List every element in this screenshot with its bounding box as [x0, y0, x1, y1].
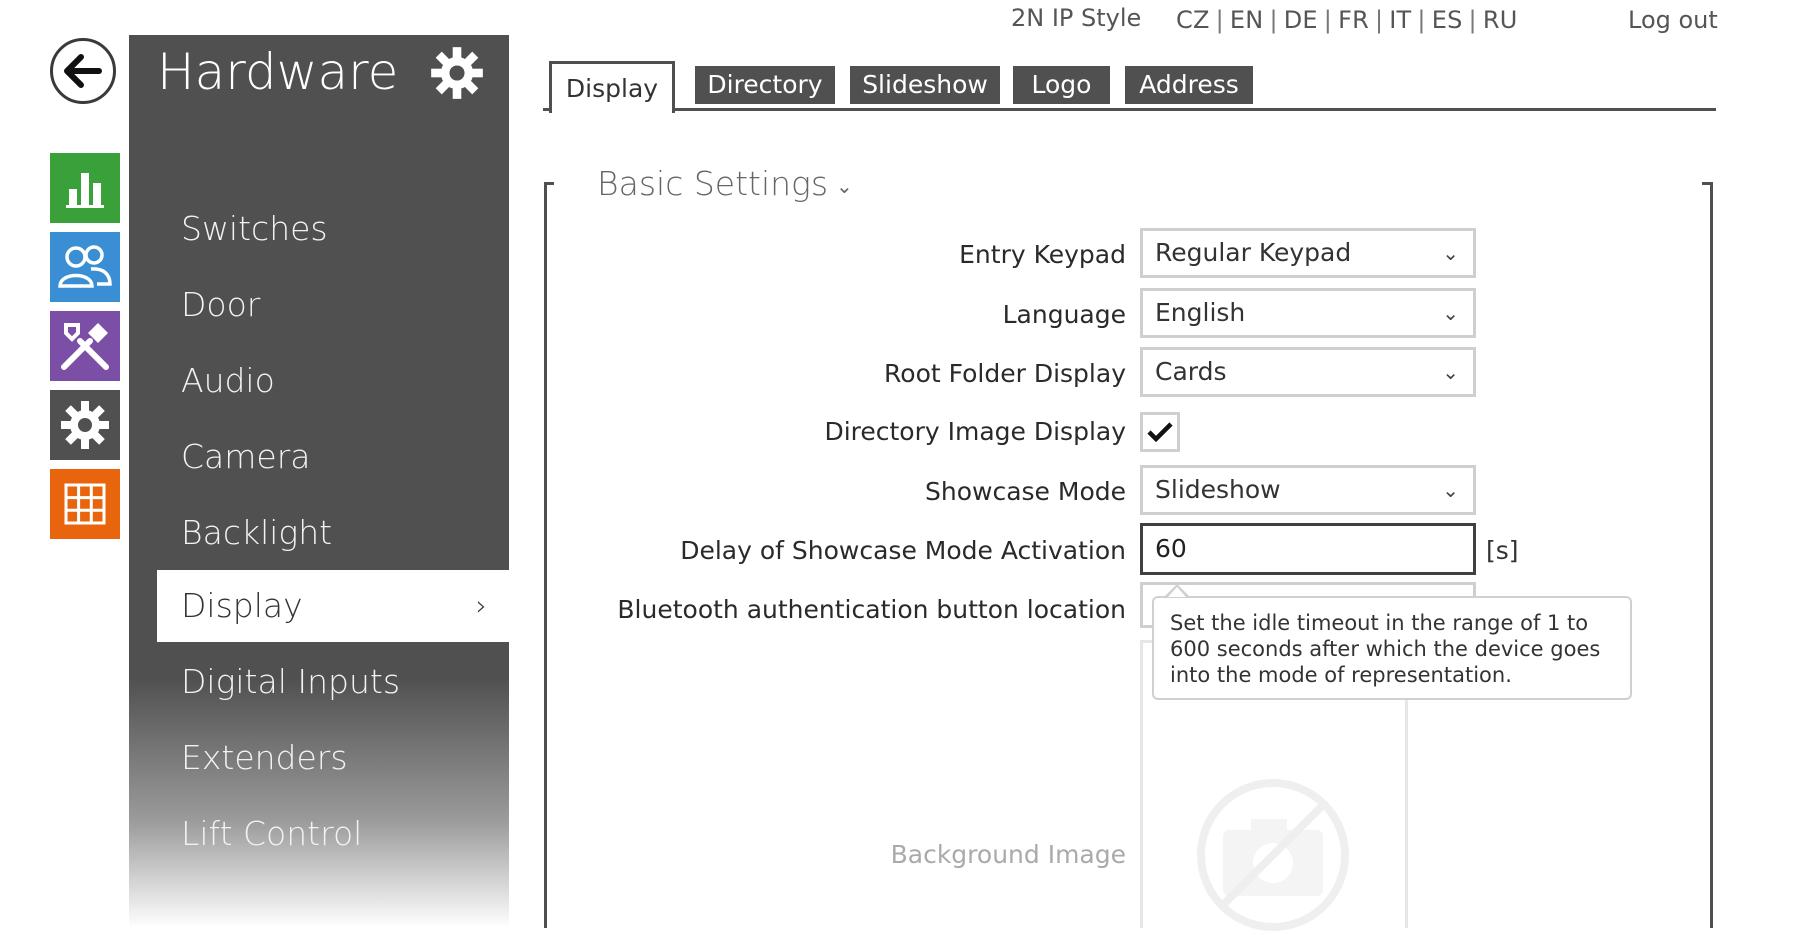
lang-es[interactable]: ES: [1432, 6, 1463, 34]
sidebar-item-display[interactable]: Display ›: [157, 570, 509, 642]
lang-separator: |: [1417, 6, 1426, 34]
language-switcher: CZ | EN | DE | FR | IT | ES | RU: [1176, 6, 1517, 34]
status-chart-icon: [66, 173, 104, 208]
language-value: English: [1155, 298, 1246, 327]
checkmark-icon: [1147, 422, 1173, 443]
showcase-mode-value: Slideshow: [1155, 475, 1281, 504]
sidebar-item-switches[interactable]: Switches: [157, 193, 509, 265]
delay-showcase-input[interactable]: 60: [1140, 523, 1476, 575]
tab-directory[interactable]: Directory: [695, 66, 835, 104]
sidebar-item-extenders[interactable]: Extenders: [157, 722, 509, 794]
delay-showcase-value: 60: [1155, 534, 1187, 563]
sidebar-item-label: Audio: [181, 361, 275, 400]
system-grid-icon: [64, 483, 106, 525]
sidebar-item-label: Backlight: [181, 513, 333, 552]
entry-keypad-select[interactable]: Regular Keypad ⌄: [1140, 228, 1476, 278]
sidebar-item-digital-inputs[interactable]: Digital Inputs: [157, 646, 509, 718]
sidebar-item-label: Door: [181, 285, 261, 324]
directory-nav-button[interactable]: [50, 232, 120, 302]
chevron-down-icon: ⌄: [1442, 360, 1459, 384]
frame-border-right: [1710, 182, 1713, 928]
sidebar-item-camera[interactable]: Camera: [157, 421, 509, 493]
directory-image-display-label: Directory Image Display: [824, 417, 1126, 446]
section-title-label: Basic Settings: [597, 164, 829, 203]
frame-border-left: [544, 182, 547, 928]
directory-users-icon: [58, 245, 112, 288]
chevron-right-icon: ›: [475, 589, 487, 622]
lang-separator: |: [1374, 6, 1384, 34]
sidebar-title: Hardware: [157, 43, 399, 101]
sidebar-item-door[interactable]: Door: [157, 269, 509, 341]
lang-ru[interactable]: RU: [1483, 6, 1518, 34]
lang-separator: |: [1215, 6, 1224, 34]
lang-it[interactable]: IT: [1389, 6, 1411, 34]
settings-gear-icon[interactable]: [429, 45, 485, 101]
sidebar-item-label: Lift Control: [181, 814, 363, 853]
lang-de[interactable]: DE: [1284, 6, 1318, 34]
hardware-sidebar: Hardware Switches Door Audio Camera Back…: [129, 35, 509, 928]
directory-image-display-checkbox[interactable]: [1140, 412, 1180, 452]
lang-separator: |: [1269, 6, 1278, 34]
sidebar-item-label: Digital Inputs: [181, 662, 401, 701]
sidebar-item-label: Extenders: [181, 738, 348, 777]
showcase-mode-select[interactable]: Slideshow ⌄: [1140, 465, 1476, 515]
sidebar-item-lift-control[interactable]: Lift Control: [157, 798, 509, 870]
frame-corner-right: [1702, 182, 1712, 185]
language-label: Language: [1002, 300, 1126, 329]
back-arrow-icon: [64, 54, 102, 88]
lang-separator: |: [1468, 6, 1477, 34]
style-link[interactable]: 2N IP Style: [1011, 4, 1141, 32]
services-nav-button[interactable]: [50, 311, 120, 381]
tab-slideshow[interactable]: Slideshow: [850, 66, 1000, 104]
system-nav-button[interactable]: [50, 469, 120, 539]
root-folder-display-value: Cards: [1155, 357, 1227, 386]
chevron-down-icon: ⌄: [1442, 478, 1459, 502]
sidebar-item-label: Camera: [181, 437, 311, 476]
sidebar-item-label: Switches: [181, 209, 328, 248]
chevron-down-icon: ⌄: [1442, 241, 1459, 265]
lang-separator: |: [1323, 6, 1333, 34]
entry-keypad-value: Regular Keypad: [1155, 238, 1352, 267]
tab-underline: [543, 108, 1716, 111]
tooltip-arrow-inner: [1168, 587, 1186, 597]
no-image-camera-icon: [1197, 779, 1349, 931]
root-folder-display-select[interactable]: Cards ⌄: [1140, 347, 1476, 397]
chevron-down-icon: ⌄: [1442, 301, 1459, 325]
sidebar-item-backlight[interactable]: Backlight: [157, 497, 509, 569]
hardware-nav-button[interactable]: [50, 390, 120, 460]
logout-link[interactable]: Log out: [1628, 6, 1718, 34]
back-button[interactable]: [50, 38, 116, 104]
sidebar-item-audio[interactable]: Audio: [157, 345, 509, 417]
chevron-down-icon: ⌄: [836, 173, 853, 198]
hardware-gear-icon: [61, 401, 109, 449]
status-nav-button[interactable]: [50, 153, 120, 223]
delay-tooltip: Set the idle timeout in the range of 1 t…: [1152, 596, 1632, 700]
language-select[interactable]: English ⌄: [1140, 288, 1476, 338]
entry-keypad-label: Entry Keypad: [959, 240, 1126, 269]
delay-showcase-label: Delay of Showcase Mode Activation: [680, 536, 1126, 565]
sidebar-item-label: Display: [181, 586, 303, 625]
services-tools-icon: [61, 323, 109, 370]
delay-unit-label: [s]: [1486, 536, 1519, 565]
showcase-mode-label: Showcase Mode: [925, 477, 1126, 506]
lang-cz[interactable]: CZ: [1176, 6, 1210, 34]
frame-corner-left: [544, 182, 554, 185]
lang-fr[interactable]: FR: [1338, 6, 1369, 34]
root-folder-display-label: Root Folder Display: [884, 359, 1126, 388]
background-image-label: Background Image: [890, 840, 1126, 869]
tab-display[interactable]: Display: [549, 61, 675, 113]
tab-address[interactable]: Address: [1125, 66, 1253, 104]
lang-en[interactable]: EN: [1230, 6, 1264, 34]
bluetooth-location-label: Bluetooth authentication button location: [617, 595, 1126, 624]
tab-logo[interactable]: Logo: [1013, 66, 1110, 104]
section-basic-settings[interactable]: Basic Settings ⌄: [597, 164, 853, 203]
